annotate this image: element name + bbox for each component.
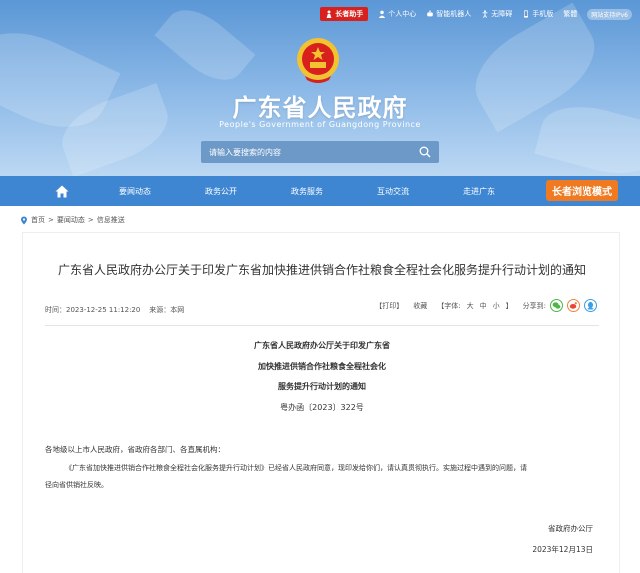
nav-item-interaction[interactable]: 互动交流 xyxy=(350,186,436,197)
doc-title-line: 加快推进供销合作社粮食全程社会化 xyxy=(258,362,386,371)
doc-title-line: 广东省人民政府办公厅关于印发广东省 xyxy=(254,341,390,350)
breadcrumb: 首页 > 要闻动态 > 信息推送 xyxy=(20,215,125,225)
doc-title-line: 服务提升行动计划的通知 xyxy=(278,382,366,391)
font-size-small[interactable]: 小 xyxy=(493,301,500,311)
elder-assistant-button[interactable]: 长者助手 xyxy=(320,7,369,21)
publish-time: 时间：2023-12-25 11:12:20 xyxy=(45,306,141,314)
body-paragraph-line: 《广东省加快推进供销合作社粮食全程社会化服务提升行动计划》已经省人民政府同意，现… xyxy=(65,464,527,472)
personal-center-link[interactable]: 个人中心 xyxy=(378,9,416,19)
breadcrumb-home[interactable]: 首页 xyxy=(31,215,45,225)
favorite-button[interactable]: 收藏 xyxy=(413,301,427,311)
qq-icon xyxy=(587,301,594,310)
article-tools: 【打印】 收藏 【字体: 大 中 小 】 分享到: xyxy=(375,299,597,312)
nav-item-about-guangdong[interactable]: 走进广东 xyxy=(436,186,522,197)
mobile-version-link[interactable]: 手机版 xyxy=(522,9,553,19)
robot-icon xyxy=(427,10,434,17)
page: 长者助手 个人中心 智能机器人 无障碍 手机版 繁體 网站支持IPv6 广东省人… xyxy=(0,0,640,573)
breadcrumb-current[interactable]: 信息推送 xyxy=(97,215,125,225)
ipv6-badge: 网站支持IPv6 xyxy=(587,8,632,20)
share-weibo-button[interactable] xyxy=(567,299,580,312)
meta-divider xyxy=(45,325,599,326)
share-wechat-button[interactable] xyxy=(550,299,563,312)
font-size-label: 【字体: xyxy=(437,301,461,310)
breadcrumb-separator: > xyxy=(48,216,54,224)
share-qq-button[interactable] xyxy=(584,299,597,312)
national-emblem-icon xyxy=(297,38,339,83)
document-number: 粤办函〔2023〕322号 xyxy=(280,403,364,412)
accessibility-icon xyxy=(482,10,488,18)
wechat-icon xyxy=(552,302,561,309)
elder-icon xyxy=(326,10,332,18)
nav-item-gov-affairs[interactable]: 政务公开 xyxy=(178,186,264,197)
mobile-icon xyxy=(524,10,529,18)
site-title: 广东省人民政府 xyxy=(232,94,408,122)
share-bar: 分享到: xyxy=(523,299,597,312)
home-icon xyxy=(55,185,69,197)
accessibility-label: 无障碍 xyxy=(491,10,513,18)
nav-home[interactable] xyxy=(32,185,92,198)
traditional-label: 繁體 xyxy=(563,10,578,18)
search-input[interactable] xyxy=(209,147,419,157)
traditional-chinese-link[interactable]: 繁體 xyxy=(563,9,577,19)
mobile-label: 手机版 xyxy=(532,10,554,18)
search-icon[interactable] xyxy=(419,146,431,158)
signer: 省政府办公厅 xyxy=(548,524,593,533)
sign-date: 2023年12月13日 xyxy=(532,545,593,554)
robot-label: 智能机器人 xyxy=(436,10,472,18)
font-size-close: 】 xyxy=(505,301,513,310)
breadcrumb-news[interactable]: 要闻动态 xyxy=(57,215,85,225)
accessibility-link[interactable]: 无障碍 xyxy=(481,9,512,19)
robot-link[interactable]: 智能机器人 xyxy=(426,9,471,19)
breadcrumb-separator: > xyxy=(87,216,94,224)
nav-item-gov-services[interactable]: 政务服务 xyxy=(264,186,350,197)
top-utility-bar: 长者助手 个人中心 智能机器人 无障碍 手机版 繁體 网站支持IPv6 xyxy=(320,6,632,22)
main-nav: 要闻动态 政务公开 政务服务 互动交流 走进广东 长者浏览模式 xyxy=(0,176,640,206)
article-source: 来源：本网 xyxy=(149,306,185,314)
site-subtitle: People's Government of Guangdong Provinc… xyxy=(219,120,421,129)
search-box xyxy=(201,141,439,163)
article-panel: 广东省人民政府办公厅关于印发广东省加快推进供销合作社粮食全程社会化服务提升行动计… xyxy=(22,232,620,573)
print-button[interactable]: 【打印】 xyxy=(375,301,403,311)
decor-leaf xyxy=(154,0,256,94)
font-size-large[interactable]: 大 xyxy=(467,301,474,311)
elder-mode-button[interactable]: 长者浏览模式 xyxy=(546,180,618,201)
elder-assistant-label: 长者助手 xyxy=(335,10,364,18)
site-header: 长者助手 个人中心 智能机器人 无障碍 手机版 繁體 网站支持IPv6 广东省人… xyxy=(0,0,640,176)
weibo-icon xyxy=(569,302,577,309)
article-meta: 时间：2023-12-25 11:12:20 来源：本网 xyxy=(45,305,184,315)
font-size-medium[interactable]: 中 xyxy=(480,301,487,311)
ipv6-label: 网站支持IPv6 xyxy=(591,11,628,19)
personal-center-label: 个人中心 xyxy=(388,10,417,18)
location-pin-icon xyxy=(21,216,27,224)
font-size-control: 【字体: 大 中 小 】 xyxy=(437,301,512,311)
nav-item-news[interactable]: 要闻动态 xyxy=(92,186,178,197)
recipients-line: 各地级以上市人民政府，省政府各部门、各直属机构： xyxy=(45,445,225,454)
user-icon xyxy=(379,10,386,18)
body-paragraph-line: 径向省供销社反映。 xyxy=(45,481,108,489)
share-label: 分享到: xyxy=(522,301,546,310)
article-title: 广东省人民政府办公厅关于印发广东省加快推进供销合作社粮食全程社会化服务提升行动计… xyxy=(57,263,586,277)
